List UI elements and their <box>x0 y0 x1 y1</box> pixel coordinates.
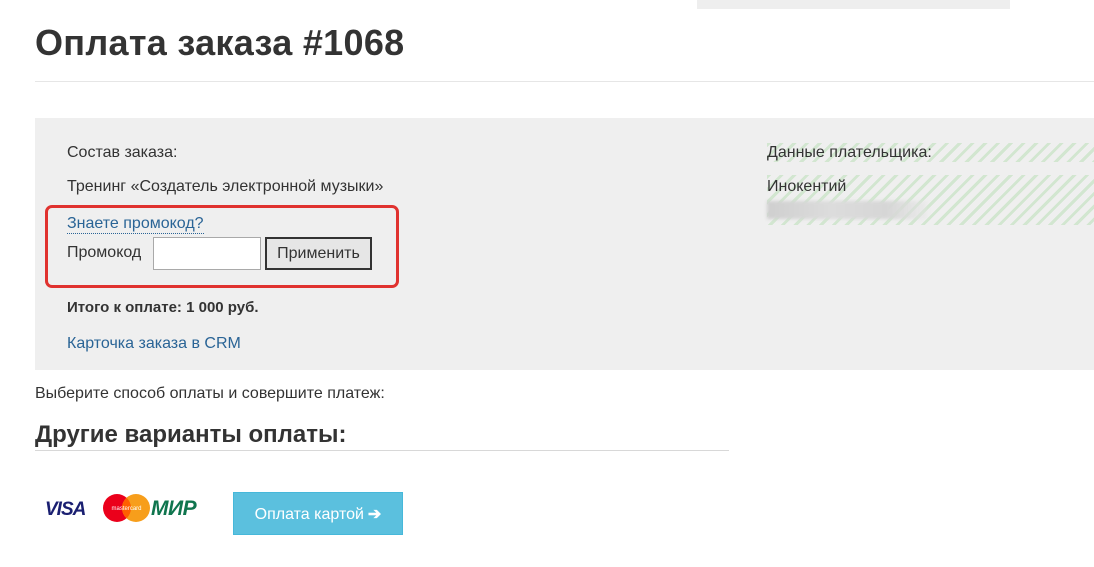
pay-by-card-label: Оплата картой <box>254 505 364 523</box>
section-divider <box>35 450 729 451</box>
apply-promo-button[interactable]: Применить <box>265 237 372 270</box>
payer-redacted-contact <box>767 201 927 219</box>
payment-instruction: Выберите способ оплаты и совершите плате… <box>35 385 385 402</box>
payment-system-logos: VISA mastercard МИР <box>45 488 215 528</box>
promo-code-link[interactable]: Знаете промокод? <box>67 215 204 234</box>
title-divider <box>35 81 1094 82</box>
other-payment-options-title: Другие варианты оплаты: <box>35 421 347 448</box>
promo-code-label: Промокод <box>67 244 142 261</box>
top-strip <box>697 0 1010 9</box>
mastercard-logo: mastercard <box>103 494 150 522</box>
crm-card-link[interactable]: Карточка заказа в CRM <box>67 335 241 353</box>
mir-logo: МИР <box>151 497 198 520</box>
payer-name: Инокентий <box>767 178 847 195</box>
order-item: Тренинг «Создатель электронной музыки» <box>67 178 384 195</box>
page-title: Оплата заказа #1068 <box>35 22 405 63</box>
visa-logo: VISA <box>45 499 86 520</box>
pay-by-card-button[interactable]: Оплата картой ➔ <box>233 492 403 535</box>
svg-text:mastercard: mastercard <box>111 506 141 512</box>
promo-code-input[interactable] <box>153 237 261 270</box>
order-total: Итого к оплате: 1 000 руб. <box>67 299 259 316</box>
arrow-right-icon: ➔ <box>367 505 382 523</box>
payer-data-label: Данные плательщика: <box>767 144 932 161</box>
order-composition-label: Состав заказа: <box>67 144 178 161</box>
